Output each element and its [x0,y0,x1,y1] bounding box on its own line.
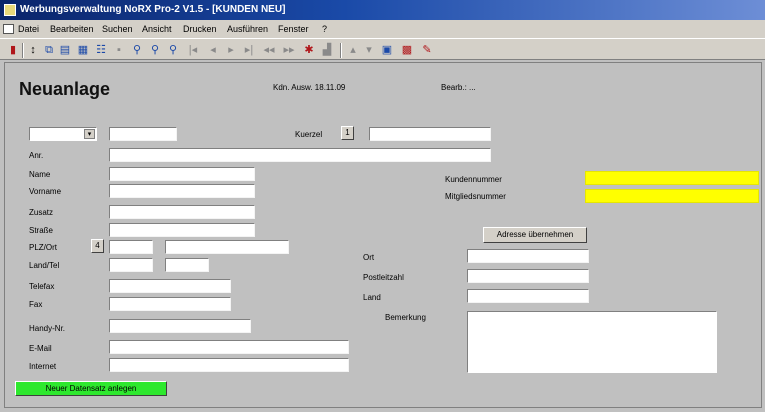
kuerzel-label: Kuerzel [295,130,323,139]
new-record-icon[interactable]: ✱ [302,43,316,57]
strasse-field[interactable] [109,223,255,237]
customer-form: Neuanlage Kdn. Ausw. 18.11.09 Bearb.: ..… [4,62,762,408]
internet-field[interactable] [109,358,349,372]
menu-bearbeiten[interactable]: Bearbeiten [50,20,94,38]
copy-icon[interactable]: ⧉ [42,43,56,57]
mitgliedsnummer-field[interactable] [585,189,759,203]
save-icon[interactable]: ▪ [112,43,126,57]
vorname-label: Vorname [29,187,62,196]
bemerkung-label: Bemerkung [385,313,426,322]
window-title: Werbungsverwaltung NoRX Pro-2 V1.5 - [KU… [20,4,286,15]
plz-lookup-button[interactable]: 4 [91,239,104,253]
telefax-field[interactable] [109,279,231,293]
kundennummer-label: Kundennummer [445,175,502,184]
fax-field[interactable] [109,297,231,311]
prev-page-icon[interactable]: ◂◂ [262,43,276,57]
search-next-icon[interactable]: ⚲ [148,43,162,57]
internet-label: Internet [29,362,57,371]
land-field[interactable] [109,258,153,272]
email-field[interactable] [109,340,349,354]
main-window: Werbungsverwaltung NoRX Pro-2 V1.5 - [KU… [0,0,765,412]
fax-label: Fax [29,300,43,309]
land-right-label: Land [363,293,381,302]
header-editor: Bearb.: ... [441,83,476,92]
prev-record-icon[interactable]: ◂ [206,43,220,57]
paste-icon[interactable]: ▤ [58,43,72,57]
chart-icon[interactable]: ▩ [400,43,414,57]
handy-field[interactable] [109,319,251,333]
up-icon[interactable]: ▴ [346,43,360,57]
toolbar-separator [340,43,342,58]
menu-bar: Datei Bearbeiten Suchen Ansicht Drucken … [0,20,765,38]
menu-drucken[interactable]: Drucken [183,20,217,38]
tools-icon[interactable]: ✎ [420,43,434,57]
customer-code-field[interactable] [109,127,177,141]
book-icon[interactable]: ▮ [6,43,20,57]
menu-ansicht[interactable]: Ansicht [142,20,172,38]
next-page-icon[interactable]: ▸▸ [282,43,296,57]
last-record-icon[interactable]: ▸| [242,43,256,57]
land-tel-label: Land/Tel [29,261,60,270]
toolbar: ▮ ↕ ⧉ ▤ ▦ ☷ ▪ ⚲ ⚲ ⚲ |◂ ◂ ▸ ▸| ◂◂ ▸▸ ✱ ▟ … [0,38,765,60]
menu-suchen[interactable]: Suchen [102,20,133,38]
anrede-label: Anr. [29,151,44,160]
menu-fenster[interactable]: Fenster [278,20,309,38]
postleitzahl-field[interactable] [467,269,589,283]
name-label: Name [29,170,51,179]
mitgliedsnummer-label: Mitgliedsnummer [445,192,506,201]
header-info: Kdn. Ausw. 18.11.09 [273,83,346,92]
email-label: E-Mail [29,344,52,353]
plz-ort-label: PLZ/Ort [29,243,58,252]
menu-help[interactable]: ? [322,20,327,38]
vorname-field[interactable] [109,184,255,198]
sort-icon[interactable]: ↕ [26,43,40,57]
title-bar: Werbungsverwaltung NoRX Pro-2 V1.5 - [KU… [0,0,765,20]
postleitzahl-label: Postleitzahl [363,273,404,282]
next-record-icon[interactable]: ▸ [224,43,238,57]
kundennummer-field[interactable] [585,171,759,185]
new-record-button[interactable]: Neuer Datensatz anlegen [15,381,167,396]
strasse-label: Straße [29,226,54,235]
kuerzel-field[interactable] [369,127,491,141]
handy-label: Handy-Nr. [29,324,66,333]
ort-field[interactable] [165,240,289,254]
toolbar-separator [22,43,24,58]
grid-icon[interactable]: ▦ [76,43,90,57]
zusatz-label: Zusatz [29,208,54,217]
anrede-field[interactable] [109,148,491,162]
page-title: Neuanlage [19,79,111,99]
search-icon[interactable]: ⚲ [130,43,144,57]
document-icon[interactable] [3,24,14,34]
ort-right-label: Ort [363,253,375,262]
adresse-uebernehmen-button[interactable]: Adresse übernehmen [483,227,587,243]
vorwahl-field[interactable] [165,258,209,272]
first-record-icon[interactable]: |◂ [186,43,200,57]
bemerkung-textarea[interactable] [467,311,717,373]
image-icon[interactable]: ▣ [380,43,394,57]
zusatz-field[interactable] [109,205,255,219]
ort-right-field[interactable] [467,249,589,263]
search-all-icon[interactable]: ⚲ [166,43,180,57]
plz-field[interactable] [109,240,153,254]
selection-combo[interactable]: ▾ [29,127,97,141]
delete-record-icon[interactable]: ▟ [320,43,334,57]
down-icon[interactable]: ▾ [362,43,376,57]
chevron-down-icon[interactable]: ▾ [84,129,95,139]
name-field[interactable] [109,167,255,181]
table-icon[interactable]: ☷ [94,43,108,57]
land-right-field[interactable] [467,289,589,303]
kuerzel-button[interactable]: 1 [341,126,354,140]
app-icon [4,4,16,16]
menu-datei[interactable]: Datei [18,20,39,38]
telefax-label: Telefax [29,282,55,291]
menu-ausfuehren[interactable]: Ausführen [227,20,268,38]
